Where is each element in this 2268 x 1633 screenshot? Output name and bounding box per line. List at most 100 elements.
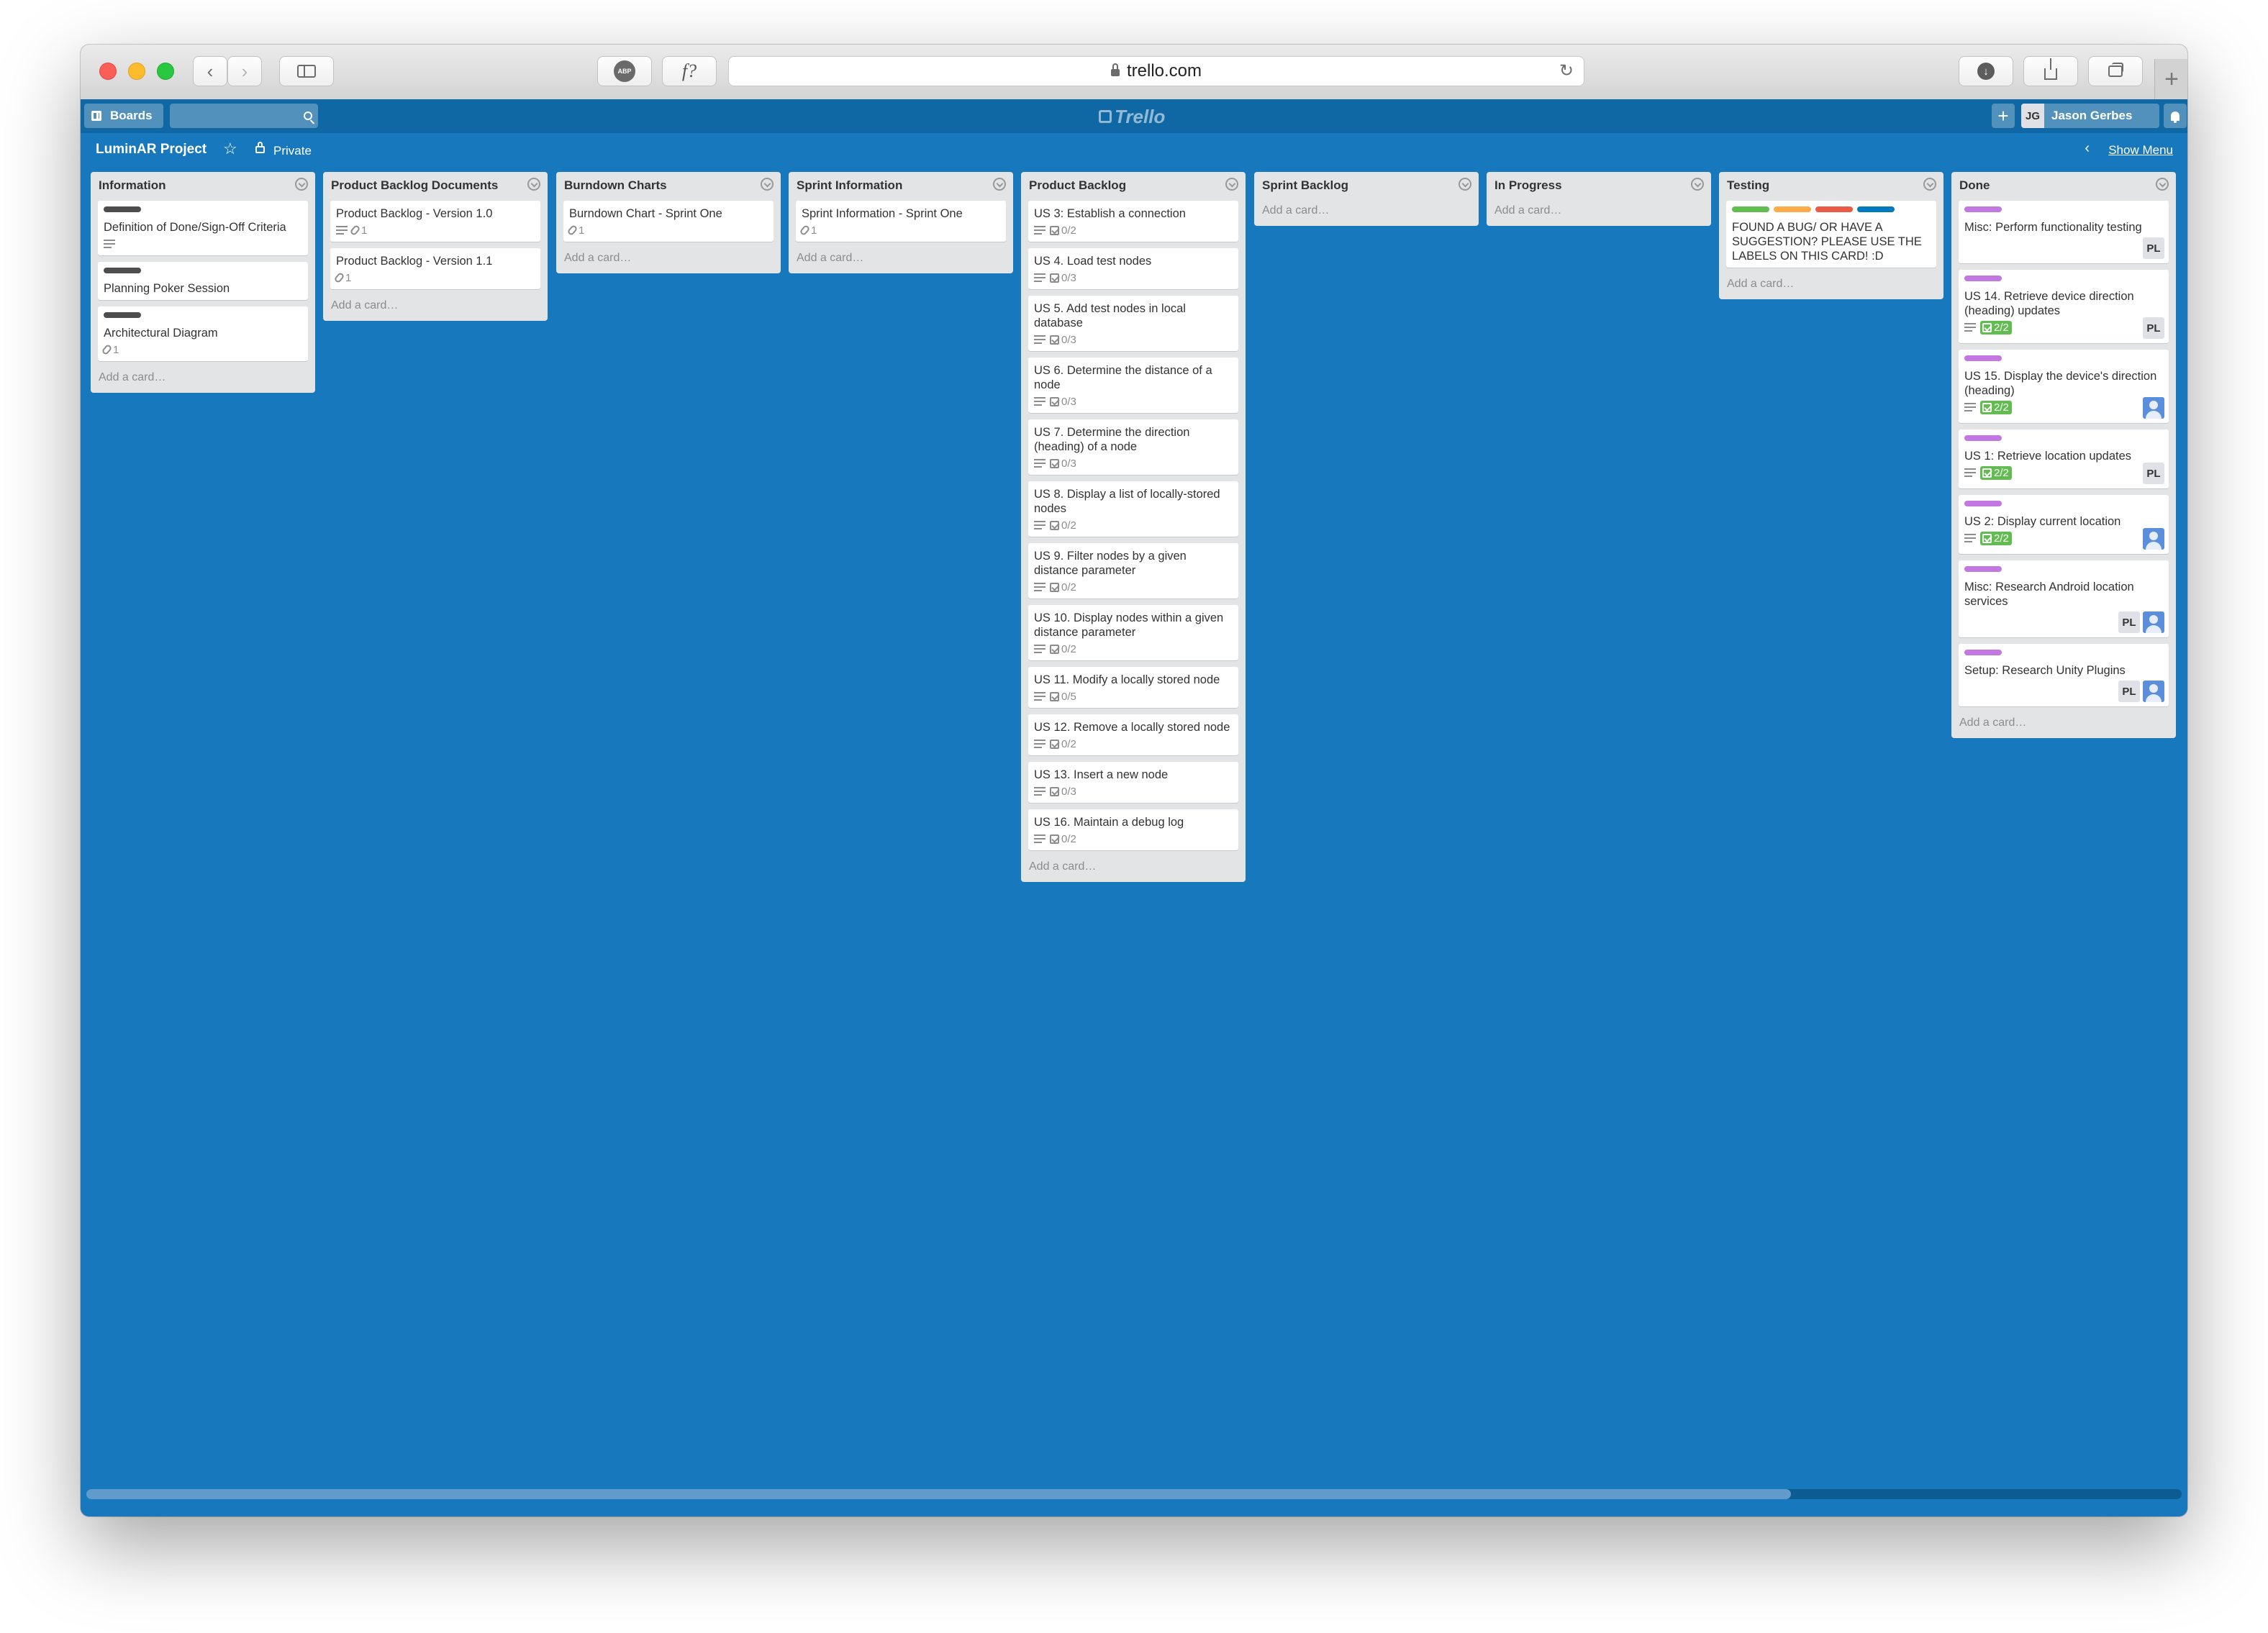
forward-button[interactable]: ›	[227, 56, 262, 86]
trello-logo[interactable]: Trello	[1099, 105, 1165, 128]
list-menu-icon[interactable]	[761, 178, 774, 191]
adblock-extension-button[interactable]: ABP	[597, 56, 652, 86]
list-menu-icon[interactable]	[993, 178, 1006, 191]
list-title[interactable]: Product Backlog	[1029, 178, 1126, 193]
list-title[interactable]: Testing	[1727, 178, 1769, 193]
member-menu-button[interactable]: JG Jason Gerbes	[2021, 104, 2159, 128]
card-label[interactable]	[1964, 206, 2002, 212]
card-label[interactable]	[104, 268, 141, 273]
add-card-link[interactable]: Add a card…	[1959, 713, 2169, 738]
list-title[interactable]: Sprint Information	[797, 178, 902, 193]
card[interactable]: Sprint Information - Sprint One 1	[796, 201, 1006, 242]
add-card-link[interactable]: Add a card…	[330, 296, 540, 321]
member-avatar[interactable]	[2143, 611, 2164, 633]
minimize-window-button[interactable]	[128, 63, 145, 80]
address-bar[interactable]: trello.com ↻	[728, 56, 1584, 86]
card-label[interactable]	[1964, 435, 2002, 441]
card-label[interactable]	[1964, 501, 2002, 506]
share-button[interactable]	[2023, 56, 2078, 86]
list-title[interactable]: Product Backlog Documents	[331, 178, 498, 193]
card-label[interactable]	[1964, 650, 2002, 655]
card[interactable]: US 6. Determine the distance of a node 0/…	[1028, 358, 1238, 413]
card[interactable]: US 13. Insert a new node 0/3	[1028, 762, 1238, 803]
card[interactable]: Burndown Chart - Sprint One 1	[563, 201, 774, 242]
tabs-overview-button[interactable]	[2088, 56, 2143, 86]
board-title[interactable]: LuminAR Project	[96, 142, 207, 158]
add-card-link[interactable]: Add a card…	[563, 248, 774, 273]
member-avatar[interactable]	[2143, 681, 2164, 702]
add-card-link[interactable]: Add a card…	[1726, 274, 1936, 299]
downloads-button[interactable]: ↓	[1959, 56, 2013, 86]
reload-icon[interactable]: ↻	[1559, 60, 1574, 81]
member-avatar[interactable]: PL	[2143, 317, 2164, 339]
notifications-button[interactable]	[2164, 104, 2187, 128]
card-label[interactable]	[104, 312, 141, 318]
show-menu-link[interactable]: Show Menu	[2108, 143, 2173, 158]
list-header[interactable]: Done	[1959, 172, 2169, 201]
card-label[interactable]	[1964, 355, 2002, 361]
search-input[interactable]	[170, 104, 318, 128]
add-button[interactable]: +	[1992, 104, 2015, 128]
card[interactable]: Planning Poker Session	[98, 262, 308, 300]
member-avatar[interactable]: PL	[2118, 611, 2140, 633]
card[interactable]: US 11. Modify a locally stored node 0/5	[1028, 667, 1238, 708]
list-menu-icon[interactable]	[2156, 178, 2169, 191]
add-card-link[interactable]: Add a card…	[1494, 201, 1704, 226]
list-title[interactable]: Sprint Backlog	[1262, 178, 1348, 193]
card[interactable]: US 7. Determine the direction (heading) …	[1028, 419, 1238, 475]
zoom-window-button[interactable]	[157, 63, 174, 80]
card[interactable]: US 8. Display a list of locally-stored n…	[1028, 481, 1238, 537]
card-label[interactable]	[1815, 206, 1853, 212]
card-label[interactable]	[1964, 566, 2002, 572]
card-label[interactable]	[1857, 206, 1895, 212]
add-card-link[interactable]: Add a card…	[98, 368, 308, 393]
list-header[interactable]: Sprint Backlog	[1261, 172, 1471, 201]
close-window-button[interactable]	[99, 63, 117, 80]
card[interactable]: US 10. Display nodes within a given dist…	[1028, 605, 1238, 660]
list-header[interactable]: Product Backlog Documents	[330, 172, 540, 201]
visibility-button[interactable]: Private	[273, 144, 312, 158]
card[interactable]: US 2: Display current location 2/2	[1959, 495, 2169, 554]
member-avatar[interactable]	[2143, 528, 2164, 550]
fq-extension-button[interactable]: f?	[662, 56, 717, 86]
list-header[interactable]: In Progress	[1494, 172, 1704, 201]
card[interactable]: US 3: Establish a connection 0/2	[1028, 201, 1238, 242]
card[interactable]: Product Backlog - Version 1.0 1	[330, 201, 540, 242]
card[interactable]: US 4. Load test nodes 0/3	[1028, 248, 1238, 289]
list-header[interactable]: Information	[98, 172, 308, 201]
card-label[interactable]	[1964, 276, 2002, 281]
add-card-link[interactable]: Add a card…	[796, 248, 1006, 273]
horizontal-scrollbar[interactable]	[86, 1489, 2182, 1499]
new-tab-button[interactable]: +	[2154, 59, 2187, 99]
sidebar-button[interactable]	[279, 56, 334, 86]
card[interactable]: Product Backlog - Version 1.1 1	[330, 248, 540, 289]
card-label[interactable]	[1732, 206, 1769, 212]
boards-button[interactable]: Boards	[84, 104, 163, 128]
list-title[interactable]: Information	[99, 178, 166, 193]
back-button[interactable]: ‹	[193, 56, 227, 86]
list-menu-icon[interactable]	[527, 178, 540, 191]
card[interactable]: FOUND A BUG/ OR HAVE A SUGGESTION? PLEAS…	[1726, 201, 1936, 268]
card[interactable]: US 16. Maintain a debug log 0/2	[1028, 809, 1238, 850]
list-menu-icon[interactable]	[1691, 178, 1704, 191]
list-title[interactable]: In Progress	[1494, 178, 1562, 193]
add-card-link[interactable]: Add a card…	[1261, 201, 1471, 226]
card[interactable]: US 5. Add test nodes in local database 0/…	[1028, 296, 1238, 351]
card[interactable]: US 14. Retrieve device direction (headin…	[1959, 270, 2169, 343]
list-menu-icon[interactable]	[1225, 178, 1238, 191]
member-avatar[interactable]: PL	[2118, 681, 2140, 702]
member-avatar[interactable]	[2143, 397, 2164, 419]
card[interactable]: US 9. Filter nodes by a given distance p…	[1028, 543, 1238, 599]
card[interactable]: Setup: Research Unity Plugins PL	[1959, 644, 2169, 706]
list-menu-icon[interactable]	[1923, 178, 1936, 191]
card[interactable]: Misc: Research Android location services…	[1959, 560, 2169, 637]
card-label[interactable]	[1774, 206, 1811, 212]
list-header[interactable]: Burndown Charts	[563, 172, 774, 201]
list-header[interactable]: Product Backlog	[1028, 172, 1238, 201]
add-card-link[interactable]: Add a card…	[1028, 857, 1238, 882]
card[interactable]: Definition of Done/Sign-Off Criteria	[98, 201, 308, 255]
list-header[interactable]: Testing	[1726, 172, 1936, 201]
list-menu-icon[interactable]	[1459, 178, 1471, 191]
list-menu-icon[interactable]	[295, 178, 308, 191]
card[interactable]: US 1: Retrieve location updates 2/2 PL	[1959, 429, 2169, 488]
